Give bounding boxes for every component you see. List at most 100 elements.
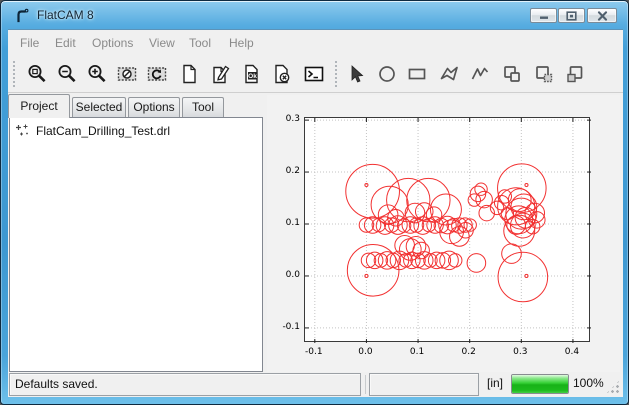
tree-item-label: FlatCam_Drilling_Test.drl bbox=[36, 124, 170, 138]
plot-axes bbox=[304, 117, 590, 342]
new-project-button[interactable] bbox=[175, 60, 202, 87]
pointer-icon bbox=[346, 63, 368, 85]
zoom-in-icon bbox=[86, 63, 108, 85]
drill-circle bbox=[415, 252, 433, 270]
drill-circle bbox=[475, 183, 487, 195]
zoom-in-button[interactable] bbox=[83, 60, 110, 87]
y-tick-label: 0.2 bbox=[274, 166, 300, 176]
units-label: [in] bbox=[487, 376, 503, 390]
y-tick-label: -0.1 bbox=[274, 322, 300, 332]
x-tick-label: -0.1 bbox=[305, 347, 323, 357]
drill-circle bbox=[498, 252, 548, 302]
y-tick-label: 0.0 bbox=[274, 270, 300, 280]
drill-circle bbox=[428, 252, 445, 269]
drill-circle bbox=[365, 183, 368, 186]
draw-polygon-button[interactable] bbox=[435, 60, 462, 87]
toolbar: Ok bbox=[8, 54, 623, 93]
delete-object-button[interactable] bbox=[268, 60, 295, 87]
union-icon bbox=[501, 63, 523, 85]
menu-bar: File Edit Options View Tool Help bbox=[8, 30, 623, 54]
progress-fill bbox=[512, 375, 568, 393]
project-tree-panel[interactable]: FlatCam_Drilling_Test.drl bbox=[9, 117, 263, 372]
close-button[interactable] bbox=[587, 8, 617, 23]
app-window: FlatCAM 8 File Edit Options View Tool He… bbox=[0, 0, 629, 405]
tab-project[interactable]: Project bbox=[8, 94, 70, 118]
status-separator bbox=[365, 375, 366, 394]
drill-circle bbox=[399, 239, 421, 261]
drill-circle bbox=[346, 164, 400, 218]
draw-circle-button[interactable] bbox=[373, 60, 400, 87]
drill-circle bbox=[387, 178, 430, 221]
tab-tool[interactable]: Tool bbox=[182, 97, 224, 117]
intersection-button[interactable] bbox=[530, 60, 557, 87]
select-tool-button[interactable] bbox=[343, 60, 370, 87]
menu-view[interactable]: View bbox=[146, 35, 178, 51]
plot-canvas[interactable]: -0.1 0.0 0.1 0.2 0.3 0.4 -0.1 0.0 0.1 0.2 0.3 bbox=[267, 95, 620, 372]
maximize-icon bbox=[566, 11, 577, 21]
drill-circle bbox=[525, 274, 528, 277]
drill-circle bbox=[365, 274, 368, 277]
draw-rectangle-button[interactable] bbox=[403, 60, 430, 87]
new-file-icon bbox=[178, 63, 200, 85]
delete-file-icon bbox=[271, 63, 293, 85]
clear-plot-button[interactable] bbox=[113, 60, 140, 87]
toolbar-drag-handle[interactable] bbox=[12, 60, 16, 87]
rectangle-icon bbox=[406, 63, 428, 85]
tree-item-drill-file[interactable]: FlatCam_Drilling_Test.drl bbox=[15, 123, 170, 138]
flatcam-logo-icon bbox=[14, 7, 30, 23]
close-icon bbox=[597, 11, 608, 21]
window-title: FlatCAM 8 bbox=[37, 8, 94, 22]
subtract-icon bbox=[564, 63, 586, 85]
status-secondary-panel bbox=[369, 373, 479, 396]
drill-plot bbox=[305, 118, 591, 343]
client-area: File Edit Options View Tool Help bbox=[8, 29, 623, 397]
tab-options[interactable]: Options bbox=[128, 97, 180, 117]
replot-button[interactable] bbox=[143, 60, 170, 87]
menu-file[interactable]: File bbox=[17, 35, 42, 51]
menu-help[interactable]: Help bbox=[226, 35, 257, 51]
zoom-out-button[interactable] bbox=[53, 60, 80, 87]
x-tick-label: 0.0 bbox=[358, 347, 372, 357]
y-tick-label: 0.1 bbox=[274, 218, 300, 228]
open-project-button[interactable] bbox=[206, 60, 233, 87]
minimize-icon bbox=[539, 11, 549, 20]
draw-path-button[interactable] bbox=[466, 60, 493, 87]
ok-file-icon: Ok bbox=[241, 63, 263, 85]
x-tick-label: 0.4 bbox=[565, 347, 579, 357]
x-tick-label: 0.1 bbox=[410, 347, 424, 357]
x-tick-label: 0.3 bbox=[513, 347, 527, 357]
progress-bar bbox=[511, 374, 569, 394]
drill-circle bbox=[525, 183, 528, 186]
zoom-out-icon bbox=[56, 63, 78, 85]
y-tick-label: 0.3 bbox=[274, 114, 300, 124]
shell-button[interactable] bbox=[300, 60, 327, 87]
circle-icon bbox=[376, 63, 398, 85]
save-project-button[interactable]: Ok bbox=[238, 60, 265, 87]
drill-circle bbox=[468, 194, 480, 206]
minimize-button[interactable] bbox=[530, 8, 557, 23]
subtract-button[interactable] bbox=[561, 60, 588, 87]
status-bar: Defaults saved. [in] 100% bbox=[8, 372, 623, 398]
drill-circle bbox=[407, 178, 450, 221]
svg-text:Ok: Ok bbox=[248, 73, 257, 80]
menu-options[interactable]: Options bbox=[89, 35, 136, 51]
progress-percent: 100% bbox=[573, 376, 604, 390]
polygon-icon bbox=[438, 63, 460, 85]
resize-grip-icon[interactable] bbox=[606, 380, 620, 394]
toolbar-drag-handle[interactable] bbox=[334, 60, 338, 87]
x-tick-label: 0.2 bbox=[462, 347, 476, 357]
replot-icon bbox=[146, 63, 168, 85]
drill-circle bbox=[502, 244, 522, 264]
path-icon bbox=[469, 63, 491, 85]
intersection-icon bbox=[533, 63, 555, 85]
maximize-button[interactable] bbox=[558, 8, 585, 23]
title-bar[interactable]: FlatCAM 8 bbox=[1, 1, 629, 29]
union-button[interactable] bbox=[498, 60, 525, 87]
tab-selected[interactable]: Selected bbox=[72, 97, 126, 117]
menu-tool[interactable]: Tool bbox=[186, 35, 214, 51]
shell-icon bbox=[303, 63, 325, 85]
zoom-fit-icon bbox=[26, 63, 48, 85]
zoom-fit-button[interactable] bbox=[23, 60, 50, 87]
drill-icon bbox=[15, 123, 30, 138]
menu-edit[interactable]: Edit bbox=[52, 35, 79, 51]
